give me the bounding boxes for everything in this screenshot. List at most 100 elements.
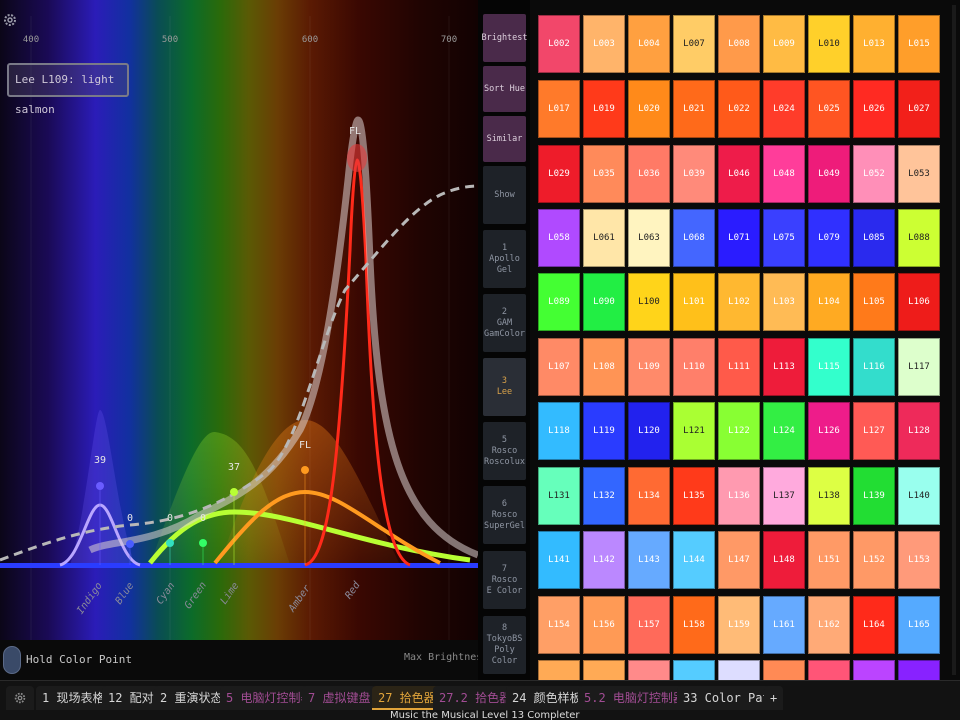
swatch-l013[interactable]: L013 bbox=[853, 15, 895, 73]
sidebar-button-0[interactable]: Brightest bbox=[481, 14, 528, 62]
swatch-l154[interactable]: L154 bbox=[538, 596, 580, 654]
emitter-handle-blue[interactable] bbox=[126, 540, 134, 548]
tab-4[interactable]: 7 虚拟键盘 bbox=[302, 686, 377, 710]
swatch-l136[interactable]: L136 bbox=[718, 467, 760, 525]
hold-color-point-toggle[interactable] bbox=[3, 646, 21, 674]
swatch-l151[interactable]: L151 bbox=[808, 531, 850, 589]
swatch-l022[interactable]: L022 bbox=[718, 80, 760, 138]
swatch-partial[interactable] bbox=[538, 660, 580, 680]
swatch-l003[interactable]: L003 bbox=[583, 15, 625, 73]
swatch-l134[interactable]: L134 bbox=[628, 467, 670, 525]
swatch-l140[interactable]: L140 bbox=[898, 467, 940, 525]
sidebar-button-3[interactable]: Show bbox=[483, 166, 526, 224]
swatch-l127[interactable]: L127 bbox=[853, 402, 895, 460]
swatch-l019[interactable]: L019 bbox=[583, 80, 625, 138]
swatch-l119[interactable]: L119 bbox=[583, 402, 625, 460]
swatch-partial[interactable] bbox=[628, 660, 670, 680]
swatch-l049[interactable]: L049 bbox=[808, 145, 850, 203]
gear-icon[interactable] bbox=[2, 12, 18, 28]
swatch-l152[interactable]: L152 bbox=[853, 531, 895, 589]
swatch-l153[interactable]: L153 bbox=[898, 531, 940, 589]
swatch-l002[interactable]: L002 bbox=[538, 15, 580, 73]
emitter-handle-lime[interactable] bbox=[230, 488, 238, 496]
swatch-l139[interactable]: L139 bbox=[853, 467, 895, 525]
tab-8[interactable]: 5.2 电脑灯控制器 bbox=[578, 686, 691, 710]
spectrum-panel[interactable]: 400 500 600 700 39 Indigo 0 Blue 0 Cyan 0 Green 37 L… bbox=[0, 0, 478, 640]
swatch-l017[interactable]: L017 bbox=[538, 80, 580, 138]
swatch-l035[interactable]: L035 bbox=[583, 145, 625, 203]
swatch-l025[interactable]: L025 bbox=[808, 80, 850, 138]
swatch-l132[interactable]: L132 bbox=[583, 467, 625, 525]
swatch-l021[interactable]: L021 bbox=[673, 80, 715, 138]
swatch-l116[interactable]: L116 bbox=[853, 338, 895, 396]
swatch-l126[interactable]: L126 bbox=[808, 402, 850, 460]
swatch-l090[interactable]: L090 bbox=[583, 273, 625, 331]
swatch-l156[interactable]: L156 bbox=[583, 596, 625, 654]
swatch-l110[interactable]: L110 bbox=[673, 338, 715, 396]
swatch-l008[interactable]: L008 bbox=[718, 15, 760, 73]
red-peak-marker[interactable] bbox=[347, 144, 367, 172]
swatch-l128[interactable]: L128 bbox=[898, 402, 940, 460]
swatch-l118[interactable]: L118 bbox=[538, 402, 580, 460]
sidebar-button-2[interactable]: Similar bbox=[483, 116, 526, 162]
tab-5[interactable]: 27 拾色器 bbox=[372, 686, 442, 710]
swatch-l138[interactable]: L138 bbox=[808, 467, 850, 525]
swatch-l122[interactable]: L122 bbox=[718, 402, 760, 460]
swatch-partial[interactable] bbox=[853, 660, 895, 680]
swatch-l027[interactable]: L027 bbox=[898, 80, 940, 138]
swatch-l164[interactable]: L164 bbox=[853, 596, 895, 654]
swatch-l105[interactable]: L105 bbox=[853, 273, 895, 331]
swatch-l108[interactable]: L108 bbox=[583, 338, 625, 396]
swatch-l142[interactable]: L142 bbox=[583, 531, 625, 589]
swatch-l026[interactable]: L026 bbox=[853, 80, 895, 138]
swatch-l100[interactable]: L100 bbox=[628, 273, 670, 331]
swatch-l010[interactable]: L010 bbox=[808, 15, 850, 73]
swatch-l058[interactable]: L058 bbox=[538, 209, 580, 267]
sidebar-button-9[interactable]: 7 Rosco E Color bbox=[483, 551, 526, 609]
swatch-l141[interactable]: L141 bbox=[538, 531, 580, 589]
swatch-l046[interactable]: L046 bbox=[718, 145, 760, 203]
emitter-handle-green[interactable] bbox=[199, 539, 207, 547]
sidebar-button-1[interactable]: Sort Hue bbox=[483, 66, 526, 112]
swatch-l039[interactable]: L039 bbox=[673, 145, 715, 203]
swatch-partial[interactable] bbox=[763, 660, 805, 680]
swatch-l117[interactable]: L117 bbox=[898, 338, 940, 396]
tab-0[interactable]: 1 现场表格 bbox=[36, 686, 111, 710]
swatch-l143[interactable]: L143 bbox=[628, 531, 670, 589]
tab-settings[interactable] bbox=[6, 686, 34, 710]
swatch-l162[interactable]: L162 bbox=[808, 596, 850, 654]
swatch-l113[interactable]: L113 bbox=[763, 338, 805, 396]
swatch-l079[interactable]: L079 bbox=[808, 209, 850, 267]
swatch-partial[interactable] bbox=[673, 660, 715, 680]
swatch-l106[interactable]: L106 bbox=[898, 273, 940, 331]
emitter-handle-amber[interactable] bbox=[301, 466, 309, 474]
tab-7[interactable]: 24 颜色样板 bbox=[506, 686, 588, 710]
swatch-l088[interactable]: L088 bbox=[898, 209, 940, 267]
sidebar-button-6[interactable]: 3 Lee bbox=[483, 358, 526, 416]
swatch-l159[interactable]: L159 bbox=[718, 596, 760, 654]
swatch-l020[interactable]: L020 bbox=[628, 80, 670, 138]
swatch-l063[interactable]: L063 bbox=[628, 209, 670, 267]
swatch-l158[interactable]: L158 bbox=[673, 596, 715, 654]
swatch-l137[interactable]: L137 bbox=[763, 467, 805, 525]
swatch-l157[interactable]: L157 bbox=[628, 596, 670, 654]
swatch-l071[interactable]: L071 bbox=[718, 209, 760, 267]
swatch-l161[interactable]: L161 bbox=[763, 596, 805, 654]
swatch-l107[interactable]: L107 bbox=[538, 338, 580, 396]
swatch-l102[interactable]: L102 bbox=[718, 273, 760, 331]
swatch-l036[interactable]: L036 bbox=[628, 145, 670, 203]
tab-2[interactable]: 2 重演状态 bbox=[154, 686, 229, 710]
swatch-l131[interactable]: L131 bbox=[538, 467, 580, 525]
swatch-l004[interactable]: L004 bbox=[628, 15, 670, 73]
swatch-l075[interactable]: L075 bbox=[763, 209, 805, 267]
swatch-l061[interactable]: L061 bbox=[583, 209, 625, 267]
swatch-l085[interactable]: L085 bbox=[853, 209, 895, 267]
swatch-l120[interactable]: L120 bbox=[628, 402, 670, 460]
add-tab-button[interactable]: + bbox=[764, 686, 784, 710]
swatch-l111[interactable]: L111 bbox=[718, 338, 760, 396]
swatch-partial[interactable] bbox=[898, 660, 940, 680]
swatch-l147[interactable]: L147 bbox=[718, 531, 760, 589]
swatch-l115[interactable]: L115 bbox=[808, 338, 850, 396]
swatch-partial[interactable] bbox=[718, 660, 760, 680]
tab-1[interactable]: 12 配对 bbox=[102, 686, 160, 710]
